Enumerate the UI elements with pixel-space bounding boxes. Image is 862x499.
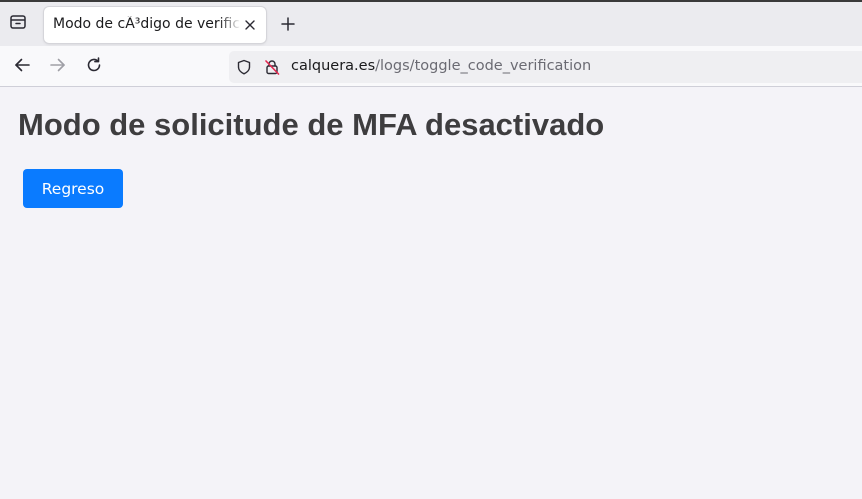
arrow-right-icon [50,57,66,77]
tab-title: Modo de cÃ³digo de verificación [53,16,241,32]
tab-close-button[interactable] [242,17,258,33]
new-tab-button[interactable] [276,13,300,37]
back-button[interactable]: Regreso [23,169,123,208]
tab-active[interactable]: Modo de cÃ³digo de verificación [44,7,266,43]
forward-nav-button[interactable] [45,54,71,80]
reload-button[interactable] [81,54,107,80]
close-icon [244,16,256,35]
url-path: /logs/toggle_code_verification [375,58,592,74]
url-host: calquera.es [291,58,376,74]
page-title: Modo de solicitude de MFA desactivado [18,107,605,142]
back-nav-button[interactable] [9,54,35,80]
shield-icon[interactable] [235,58,253,76]
tab-bar: Modo de cÃ³digo de verificación [0,0,862,46]
url-bar[interactable]: calquera.es/logs/toggle_code_verificatio… [229,51,862,83]
page-content: Modo de solicitude de MFA desactivado Re… [0,87,862,499]
insecure-lock-icon[interactable] [263,58,281,76]
tab-list-icon [9,13,27,35]
tab-list-button[interactable] [6,12,30,36]
url-text[interactable]: calquera.es/logs/toggle_code_verificatio… [291,58,591,74]
reload-icon [86,57,102,77]
navigation-toolbar: calquera.es/logs/toggle_code_verificatio… [0,46,862,87]
arrow-left-icon [14,57,30,77]
plus-icon [281,16,295,35]
